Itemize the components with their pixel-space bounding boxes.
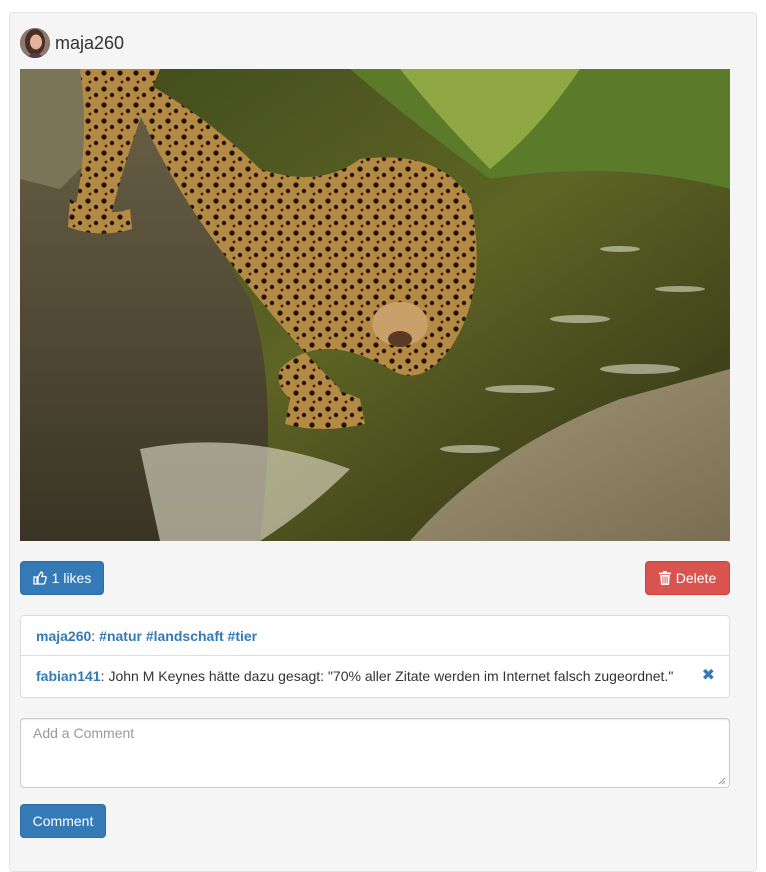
comment-input[interactable] (20, 718, 730, 788)
avatar[interactable] (20, 28, 50, 58)
post-author[interactable]: maja260 (55, 33, 124, 54)
remove-icon[interactable]: ✖ (702, 668, 715, 684)
delete-button[interactable]: Delete (645, 561, 730, 595)
thumbs-up-icon (33, 571, 47, 585)
like-button[interactable]: 1 likes (20, 561, 104, 595)
list-item: maja260: #natur #landschaft #tier (21, 616, 729, 656)
comment-text: John M Keynes hätte dazu gesagt: "70% al… (108, 668, 674, 684)
comment-user[interactable]: fabian141 (36, 668, 101, 684)
comment-colon: : (91, 627, 96, 644)
comment-submit-label: Comment (32, 813, 94, 829)
comment-user[interactable]: maja260 (36, 628, 91, 644)
trash-icon (658, 571, 671, 585)
post-photo (20, 69, 730, 541)
delete-label: Delete (675, 570, 717, 586)
post-header: maja260 (20, 28, 124, 58)
comment-colon: : (100, 668, 105, 684)
resize-grip-icon[interactable] (718, 777, 726, 785)
comment-tags[interactable]: #natur #landschaft #tier (99, 628, 257, 644)
list-item: fabian141: John M Keynes hätte dazu gesag… (21, 656, 729, 696)
comment-list: maja260: #natur #landschaft #tier fabian1… (20, 615, 730, 698)
comment-submit-button[interactable]: Comment (20, 804, 106, 838)
like-count: 1 likes (51, 570, 92, 586)
